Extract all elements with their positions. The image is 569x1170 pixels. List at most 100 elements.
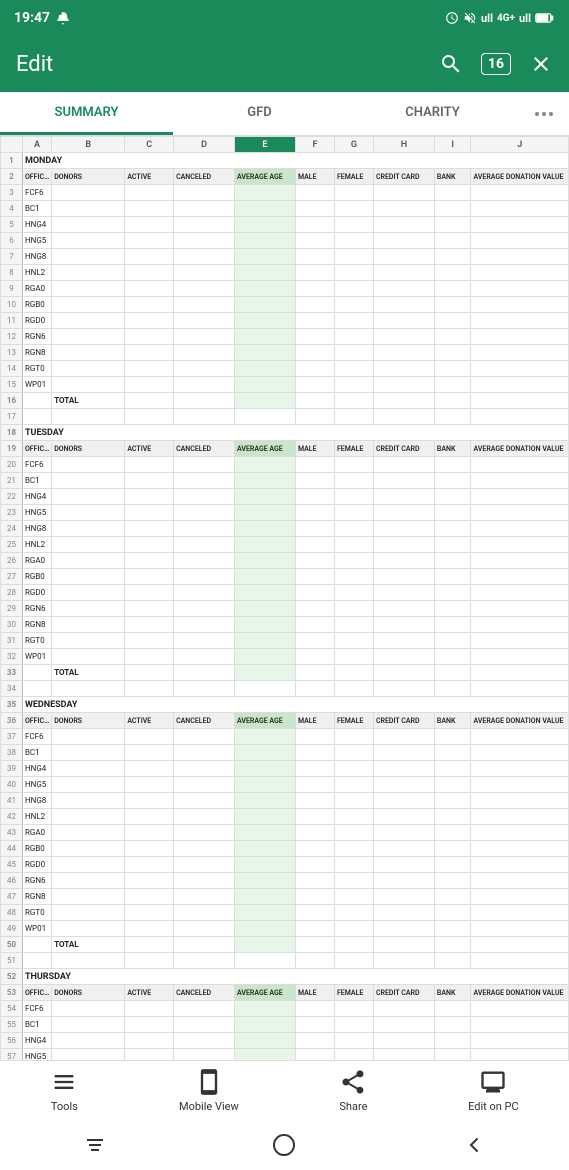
data-cell [174, 473, 235, 489]
data-cell [295, 617, 334, 633]
total-cell [471, 665, 569, 681]
bottom-toolbar: Tools Mobile View Share Edit on PC [0, 1060, 569, 1120]
tab-more[interactable] [519, 92, 569, 135]
tab-summary[interactable]: SUMMARY [0, 92, 173, 135]
data-cell [334, 297, 373, 313]
data-cell [434, 777, 471, 793]
data-cell [125, 201, 174, 217]
total-cell [434, 665, 471, 681]
share-button[interactable]: Share [339, 1068, 367, 1113]
data-cell [52, 329, 125, 345]
data-cell [471, 841, 569, 857]
row-num: 38 [1, 745, 23, 761]
data-cell [125, 1033, 174, 1049]
office-code: HNG4 [22, 761, 51, 777]
data-cell [235, 601, 296, 617]
data-cell [373, 761, 434, 777]
data-cell [295, 601, 334, 617]
data-cell [174, 265, 235, 281]
row-num: 51 [1, 953, 23, 969]
row-num: 27 [1, 569, 23, 585]
tools-button[interactable]: Tools [50, 1068, 78, 1113]
data-cell [125, 329, 174, 345]
data-cell [334, 553, 373, 569]
data-cell [295, 777, 334, 793]
data-cell [373, 329, 434, 345]
table-row: 38BC1 [1, 745, 569, 761]
data-cell [235, 281, 296, 297]
data-cell [434, 1033, 471, 1049]
data-cell [471, 537, 569, 553]
col-header-cell: MALE [295, 169, 334, 185]
data-cell [434, 633, 471, 649]
spreadsheet-container[interactable]: A B C D E F G H I J 1 MONDAY2OFFICE CODE… [0, 136, 569, 1060]
table-row: 40HNG5 [1, 777, 569, 793]
data-cell [434, 601, 471, 617]
data-cell [295, 297, 334, 313]
data-cell [174, 489, 235, 505]
data-cell [373, 745, 434, 761]
data-cell [373, 569, 434, 585]
data-cell [434, 361, 471, 377]
col-header-cell: BANK [434, 441, 471, 457]
data-cell [235, 585, 296, 601]
data-cell [125, 233, 174, 249]
data-cell [434, 1049, 471, 1061]
data-cell [125, 473, 174, 489]
nav-menu-icon[interactable] [83, 1133, 107, 1157]
row-num: 39 [1, 761, 23, 777]
search-icon[interactable] [439, 52, 463, 76]
total-cell [373, 393, 434, 409]
data-cell [295, 761, 334, 777]
data-cell [295, 345, 334, 361]
total-label [22, 393, 51, 409]
data-cell [334, 233, 373, 249]
table-row: 41HNG8 [1, 793, 569, 809]
data-cell [125, 537, 174, 553]
table-row: 12RGN6 [1, 329, 569, 345]
nav-home-icon[interactable] [272, 1133, 296, 1157]
data-cell [334, 649, 373, 665]
data-cell [471, 761, 569, 777]
office-code: RGB0 [22, 569, 51, 585]
mobile-view-button[interactable]: Mobile View [179, 1068, 239, 1113]
data-cell [471, 601, 569, 617]
data-cell [471, 633, 569, 649]
data-cell [295, 569, 334, 585]
table-row: 20FCF6 [1, 457, 569, 473]
data-cell [125, 361, 174, 377]
tab-gfd[interactable]: GFD [173, 92, 346, 135]
data-cell [471, 793, 569, 809]
data-cell [174, 745, 235, 761]
data-cell [471, 185, 569, 201]
tab-charity[interactable]: CHARITY [346, 92, 519, 135]
data-cell [125, 1017, 174, 1033]
data-cell [373, 537, 434, 553]
col-header-cell: DONORS [52, 441, 125, 457]
data-cell [471, 377, 569, 393]
data-cell [334, 313, 373, 329]
edit-pc-button[interactable]: Edit on PC [468, 1068, 519, 1113]
time: 19:47 [14, 10, 50, 26]
nav-back-icon[interactable] [462, 1133, 486, 1157]
data-cell [434, 825, 471, 841]
day-label: THURSDAY [22, 969, 568, 985]
spreadsheet-wrapper[interactable]: A B C D E F G H I J 1 MONDAY2OFFICE CODE… [0, 136, 569, 1060]
data-cell [334, 1049, 373, 1061]
col-header-cell: AVERAGE AGE [235, 713, 296, 729]
close-icon[interactable] [529, 52, 553, 76]
data-cell [434, 809, 471, 825]
data-cell [52, 297, 125, 313]
col-header-num [1, 137, 23, 153]
data-cell [434, 649, 471, 665]
data-cell [295, 505, 334, 521]
data-cell [174, 345, 235, 361]
data-cell [471, 217, 569, 233]
data-cell [434, 889, 471, 905]
data-cell [52, 777, 125, 793]
data-cell [471, 249, 569, 265]
table-row: 30RGN8 [1, 617, 569, 633]
col-header-a: A [22, 137, 51, 153]
data-cell [235, 361, 296, 377]
office-code: BC1 [22, 1017, 51, 1033]
